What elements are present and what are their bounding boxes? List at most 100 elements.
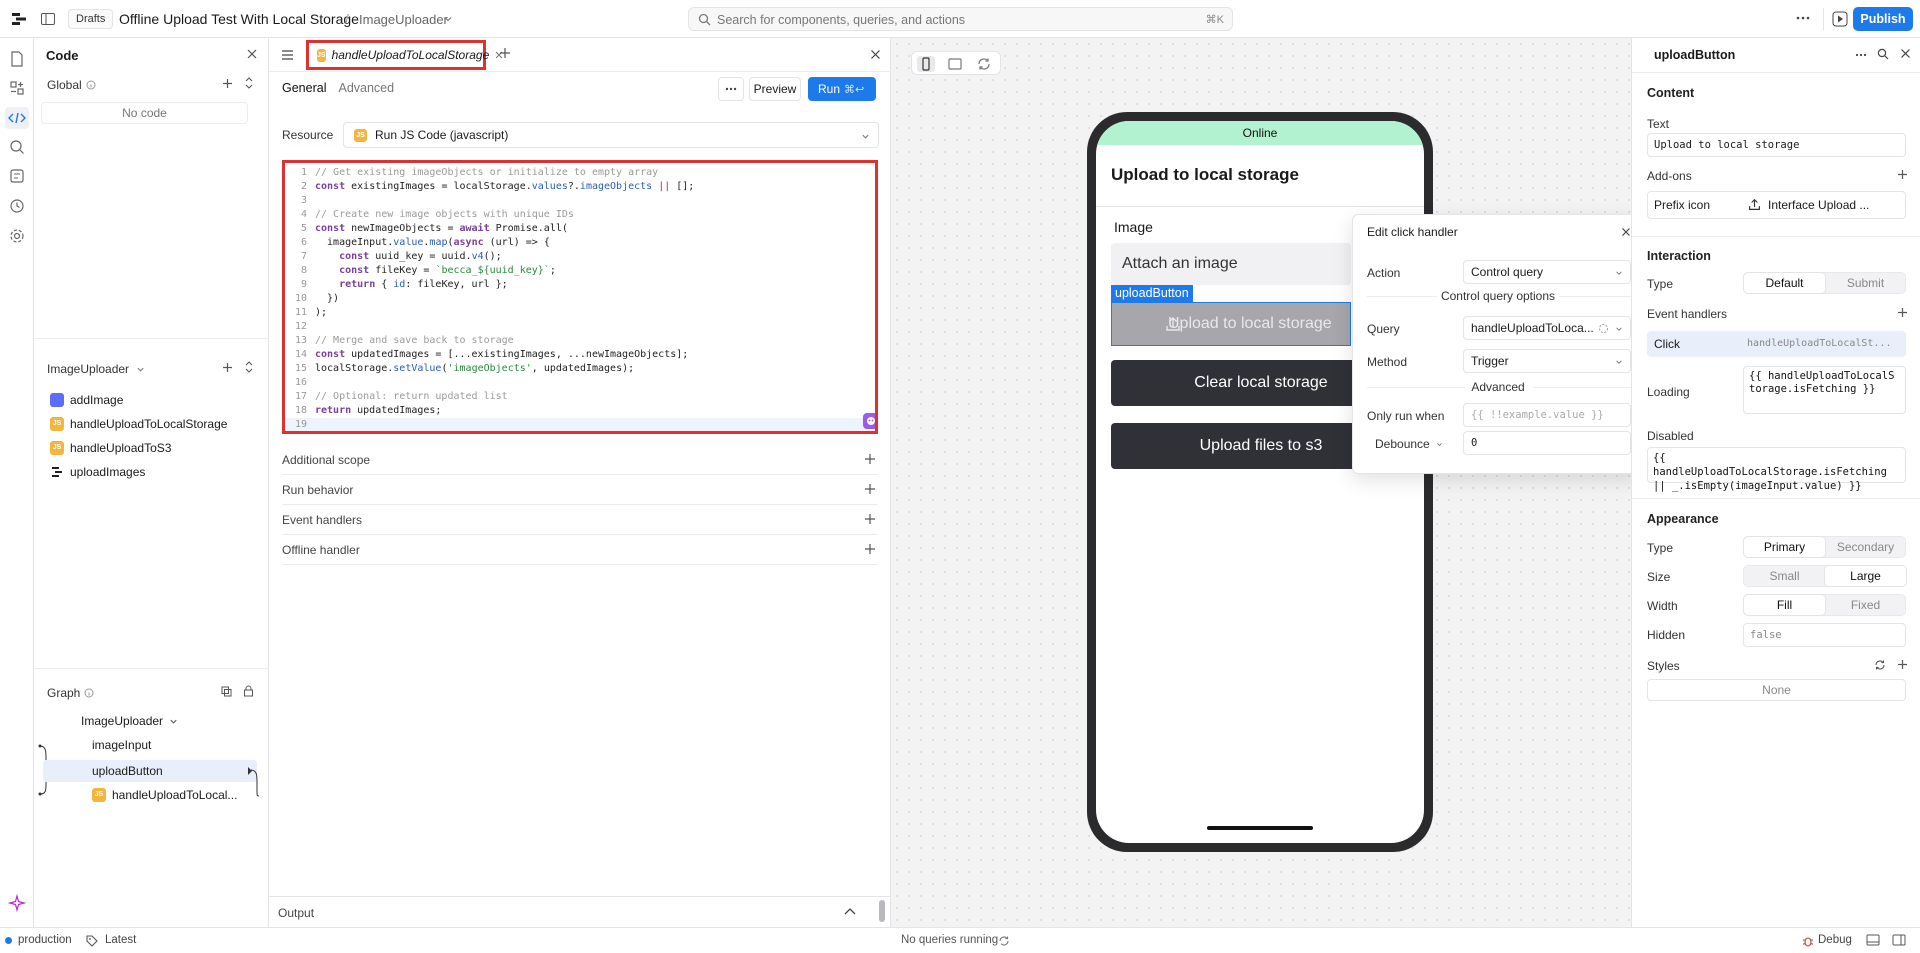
section-additional-scope[interactable]: Additional scope bbox=[282, 445, 878, 475]
size-small[interactable]: Small bbox=[1744, 566, 1825, 586]
content-section-title[interactable]: Content bbox=[1647, 86, 1694, 100]
disabled-input[interactable]: {{ handleUploadToLocalStorage.isFetching… bbox=[1647, 447, 1906, 492]
text-input[interactable]: Upload to local storage bbox=[1647, 133, 1906, 157]
hidden-input[interactable]: false bbox=[1743, 623, 1906, 647]
graph-section-title[interactable]: Graph bbox=[47, 686, 94, 700]
query-item-handleuploadtolocalstorage[interactable]: JS handleUploadToLocalStorage bbox=[50, 414, 227, 434]
loading-input[interactable]: {{ handleUploadToLocalStorage.isFetching… bbox=[1743, 366, 1906, 414]
screen-title[interactable]: Upload to local storage bbox=[1111, 165, 1299, 185]
add-icon[interactable] bbox=[1897, 307, 1908, 318]
assist-sparkle-icon[interactable] bbox=[8, 894, 26, 912]
section-offline-handler[interactable]: Offline handler bbox=[282, 535, 878, 565]
version-selector[interactable]: Latest bbox=[105, 934, 136, 946]
upload-to-local-storage-button[interactable]: Upload to local storage bbox=[1111, 302, 1351, 346]
add-icon[interactable] bbox=[222, 362, 233, 373]
add-icon[interactable] bbox=[864, 483, 876, 495]
pages-icon[interactable] bbox=[8, 50, 26, 68]
code-editor[interactable]: 1 2 3 4 5 6 7 8 9 10 11 12 13 14 15 16 17 18 19 // Get exi… bbox=[282, 160, 878, 434]
run-button[interactable]: Run ⌘↩ bbox=[808, 77, 876, 101]
mobile-device-icon[interactable] bbox=[917, 56, 935, 72]
query-item-handleuploadtos3[interactable]: JS handleUploadToS3 bbox=[50, 438, 171, 458]
chevron-up-icon[interactable] bbox=[844, 907, 856, 915]
search-icon[interactable] bbox=[1877, 48, 1889, 60]
section-event-handlers[interactable]: Event handlers bbox=[282, 505, 878, 535]
prefix-icon-row[interactable]: Prefix icon Interface Upload ... bbox=[1647, 191, 1906, 219]
copy-icon[interactable] bbox=[221, 686, 232, 697]
rotate-icon[interactable] bbox=[975, 56, 993, 72]
sort-icon[interactable] bbox=[244, 360, 254, 374]
close-icon[interactable] bbox=[1900, 48, 1911, 59]
query-tab[interactable]: JS handleUploadToLocalStorage bbox=[306, 40, 503, 70]
size-toggle[interactable]: Small Large bbox=[1743, 565, 1906, 587]
add-icon[interactable] bbox=[1897, 169, 1908, 180]
output-bar[interactable]: Output bbox=[269, 896, 891, 927]
chevron-down-icon[interactable] bbox=[443, 14, 453, 24]
tab-general[interactable]: General bbox=[282, 81, 326, 95]
app-title[interactable]: Offline Upload Test With Local Storage bbox=[119, 11, 359, 27]
add-icon[interactable] bbox=[864, 513, 876, 525]
query-select[interactable]: handleUploadToLoca... bbox=[1463, 316, 1631, 340]
type-default[interactable]: Default bbox=[1744, 273, 1825, 293]
attach-image-input[interactable]: Attach an image bbox=[1111, 243, 1351, 285]
more-button[interactable] bbox=[718, 77, 744, 101]
history-icon[interactable] bbox=[8, 197, 26, 215]
graph-node-imageinput[interactable]: imageInput bbox=[92, 738, 151, 752]
event-handler-row[interactable]: Click handleUploadToLocalSt... bbox=[1647, 331, 1906, 357]
only-run-when-input[interactable]: {{ !!example.value }} bbox=[1463, 403, 1631, 427]
graph-node-uploadbutton[interactable]: uploadButton bbox=[92, 764, 163, 778]
type-toggle[interactable]: Default Submit bbox=[1743, 272, 1906, 294]
section-run-behavior[interactable]: Run behavior bbox=[282, 475, 878, 505]
type-secondary[interactable]: Secondary bbox=[1825, 537, 1906, 557]
settings-gear-icon[interactable] bbox=[8, 227, 26, 245]
appearance-section-title[interactable]: Appearance bbox=[1647, 512, 1719, 526]
reset-icon[interactable] bbox=[1874, 659, 1886, 671]
debounce-label[interactable]: Debounce bbox=[1375, 437, 1443, 451]
more-menu-icon[interactable] bbox=[1854, 48, 1868, 62]
add-tab-icon[interactable] bbox=[499, 47, 511, 59]
debounce-input[interactable]: 0 bbox=[1463, 431, 1631, 455]
action-select[interactable]: Control query bbox=[1463, 260, 1631, 284]
sort-icon[interactable] bbox=[244, 76, 254, 90]
type-primary[interactable]: Primary bbox=[1744, 537, 1825, 557]
retool-logo-icon[interactable] bbox=[11, 11, 27, 27]
preview-button[interactable]: Preview bbox=[749, 77, 801, 101]
components-icon[interactable] bbox=[8, 79, 26, 97]
page-selector[interactable]: ImageUploader bbox=[359, 12, 448, 27]
resource-select[interactable]: JS Run JS Code (javascript) bbox=[343, 122, 879, 148]
width-fill[interactable]: Fill bbox=[1744, 595, 1825, 615]
ai-assist-icon[interactable] bbox=[863, 413, 875, 429]
close-icon[interactable] bbox=[870, 49, 881, 60]
inspector-title[interactable]: uploadButton bbox=[1654, 48, 1735, 62]
styles-none[interactable]: None bbox=[1647, 679, 1906, 701]
graph-root[interactable]: ImageUploader bbox=[81, 714, 178, 728]
close-icon[interactable] bbox=[246, 48, 258, 60]
add-icon[interactable] bbox=[864, 543, 876, 555]
query-item-addimage[interactable]: addImage bbox=[50, 390, 123, 410]
environment-selector[interactable]: production bbox=[18, 934, 72, 946]
layout-icon[interactable] bbox=[1866, 934, 1880, 946]
add-icon[interactable] bbox=[1897, 659, 1908, 670]
state-icon[interactable] bbox=[8, 167, 26, 185]
appearance-type-toggle[interactable]: Primary Secondary bbox=[1743, 536, 1906, 558]
panel-toggle-icon[interactable] bbox=[40, 11, 56, 27]
interaction-section-title[interactable]: Interaction bbox=[1647, 249, 1711, 263]
add-icon[interactable] bbox=[222, 78, 233, 89]
search-icon[interactable] bbox=[8, 138, 26, 156]
tablet-device-icon[interactable] bbox=[946, 56, 964, 72]
scrollbar[interactable] bbox=[879, 900, 885, 922]
code-icon[interactable] bbox=[5, 107, 29, 129]
page-section-title[interactable]: ImageUploader bbox=[47, 362, 145, 376]
publish-button[interactable]: Publish bbox=[1853, 7, 1913, 31]
layout-icon[interactable] bbox=[1892, 934, 1906, 946]
search-input[interactable]: Search for components, queries, and acti… bbox=[688, 7, 1233, 31]
refresh-icon[interactable] bbox=[998, 935, 1010, 947]
close-icon[interactable] bbox=[1621, 227, 1631, 237]
global-section-title[interactable]: Global bbox=[47, 78, 96, 92]
size-large[interactable]: Large bbox=[1825, 566, 1906, 586]
drafts-badge[interactable]: Drafts bbox=[68, 9, 114, 29]
more-menu-icon[interactable] bbox=[1795, 10, 1811, 26]
menu-icon[interactable] bbox=[281, 49, 294, 61]
type-submit[interactable]: Submit bbox=[1825, 273, 1906, 293]
preview-play-icon[interactable] bbox=[1832, 11, 1848, 27]
width-fixed[interactable]: Fixed bbox=[1825, 595, 1906, 615]
